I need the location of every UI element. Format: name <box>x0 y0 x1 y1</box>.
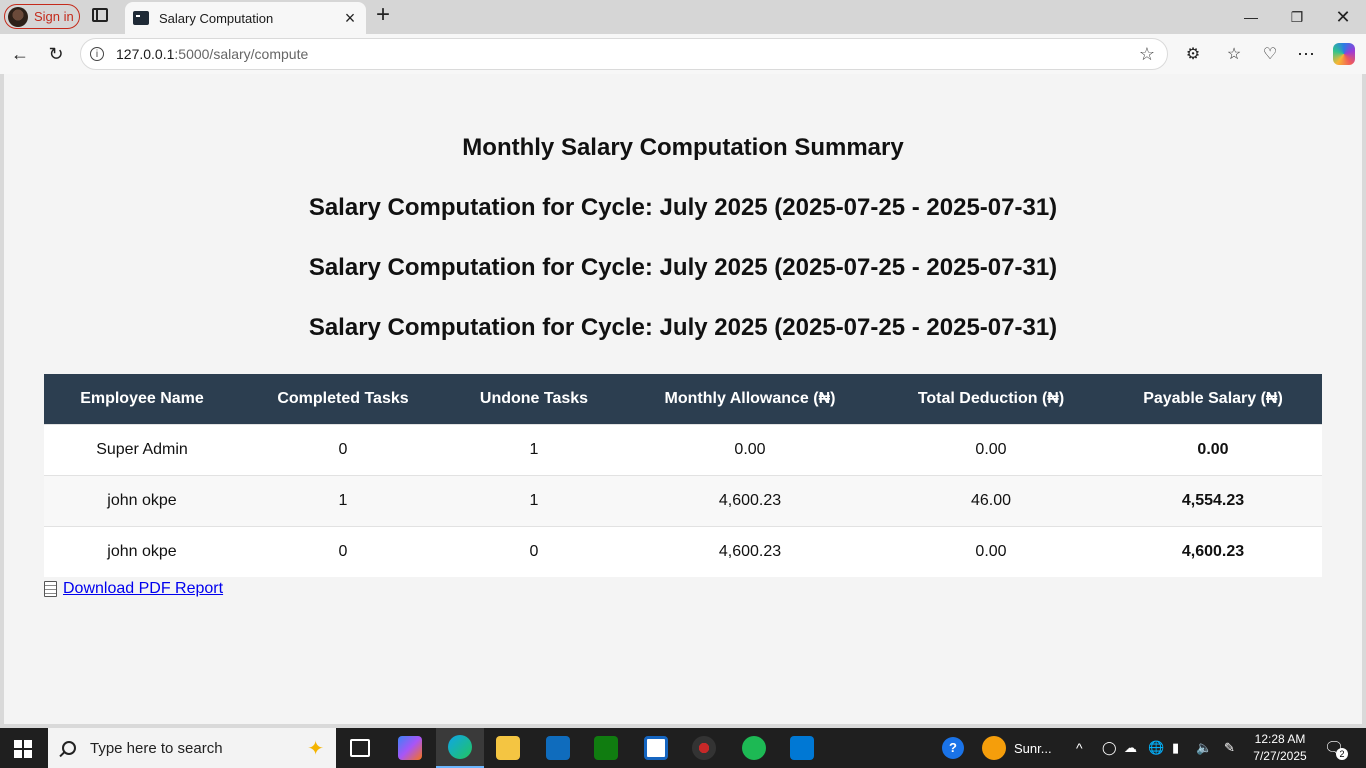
taskbar-clock[interactable]: 12:28 AM 7/27/2025 <box>1250 731 1310 765</box>
table-header-row: Employee Name Completed Tasks Undone Tas… <box>44 374 1322 425</box>
cycle-heading: Salary Computation for Cycle: July 2025 … <box>308 254 1058 281</box>
column-header: Completed Tasks <box>240 374 446 425</box>
battery-icon[interactable]: ▮ <box>1172 728 1179 768</box>
cycle-heading: Salary Computation for Cycle: July 2025 … <box>308 314 1058 341</box>
spotify-icon[interactable] <box>730 728 778 768</box>
payable-salary-cell: 4,554.23 <box>1104 475 1322 527</box>
windows-start-icon[interactable] <box>14 740 32 758</box>
document-icon <box>44 581 57 597</box>
favorite-star-icon[interactable]: ☆ <box>1137 44 1157 65</box>
table-row: john okpe 1 1 4,600.23 46.00 4,554.23 <box>44 475 1322 527</box>
extensions-icon[interactable]: ⚙ <box>1181 42 1205 66</box>
edge-app-icon[interactable] <box>436 728 484 768</box>
tab-title: Salary Computation <box>159 10 274 26</box>
completed-tasks-cell: 0 <box>240 424 446 476</box>
browser-essentials-icon[interactable]: ♡ <box>1258 42 1282 66</box>
copilot-app-icon[interactable] <box>386 728 434 768</box>
search-icon <box>62 741 76 755</box>
volume-icon[interactable]: 🔈 <box>1196 728 1212 768</box>
weather-sun-icon <box>982 736 1006 760</box>
column-header: Undone Tasks <box>446 374 622 425</box>
weather-label: Sunr... <box>1014 740 1052 756</box>
pen-icon[interactable]: ✎ <box>1224 728 1235 768</box>
game-pass-icon[interactable] <box>582 728 630 768</box>
deduction-cell: 0.00 <box>878 424 1104 476</box>
close-tab-icon[interactable]: × <box>340 8 360 28</box>
deduction-cell: 46.00 <box>878 475 1104 527</box>
avatar <box>8 6 28 27</box>
restore-icon[interactable]: ❐ <box>1274 0 1320 34</box>
allowance-cell: 0.00 <box>622 424 878 476</box>
column-header: Monthly Allowance (₦) <box>622 374 878 425</box>
employee-name-cell: Super Admin <box>44 424 240 476</box>
clock-date: 7/27/2025 <box>1253 749 1307 763</box>
completed-tasks-cell: 0 <box>240 526 446 577</box>
address-bar[interactable]: i 127.0.0.1:5000/salary/compute ☆ <box>80 38 1168 70</box>
cycle-heading: Salary Computation for Cycle: July 2025 … <box>308 194 1058 221</box>
salary-table: Employee Name Completed Tasks Undone Tas… <box>44 374 1322 577</box>
clock-time: 12:28 AM <box>1254 732 1306 746</box>
tab-strip: Sign in Salary Computation × + — ❐ ✕ <box>0 0 1366 34</box>
taskbar: Type here to search ✦ ? Sunr... ^ ◯ ☁ 🌐 … <box>0 728 1366 768</box>
notifications-button[interactable]: 🗨 2 <box>1324 738 1348 760</box>
url-text[interactable]: 127.0.0.1:5000/salary/compute <box>116 46 1137 62</box>
payable-salary-cell: 4,600.23 <box>1104 526 1322 577</box>
undone-tasks-cell: 1 <box>446 424 622 476</box>
favorites-icon[interactable]: ☆ <box>1222 42 1246 66</box>
tab-actions-icon[interactable] <box>92 8 108 22</box>
search-highlight-icon: ✦ <box>307 737 324 760</box>
file-explorer-icon[interactable] <box>484 728 532 768</box>
table-row: john okpe 0 0 4,600.23 0.00 4,600.23 <box>44 526 1322 577</box>
show-hidden-icons-icon[interactable]: ^ <box>1076 728 1083 768</box>
refresh-icon[interactable]: ↻ <box>42 40 70 68</box>
new-tab-icon[interactable]: + <box>372 3 394 27</box>
download-pdf-label: Download PDF Report <box>63 580 224 597</box>
tab-salary-computation[interactable]: Salary Computation × <box>125 2 366 34</box>
cloud-icon[interactable]: ☁ <box>1124 728 1137 768</box>
payable-salary-cell: 0.00 <box>1104 424 1322 476</box>
site-info-icon[interactable]: i <box>90 47 104 61</box>
more-options-icon[interactable]: ⋯ <box>1294 42 1318 66</box>
vscode-icon[interactable] <box>778 728 826 768</box>
copilot-icon[interactable] <box>1333 43 1355 65</box>
app-window-icon[interactable] <box>632 728 680 768</box>
browser-toolbar: ← ↻ i 127.0.0.1:5000/salary/compute ☆ ⚙ … <box>0 34 1366 74</box>
task-view-icon[interactable] <box>336 728 384 768</box>
help-icon[interactable]: ? <box>942 728 964 768</box>
back-arrow-icon[interactable]: ← <box>6 40 34 68</box>
table-row: Super Admin 0 1 0.00 0.00 0.00 <box>44 424 1322 476</box>
weather-widget[interactable]: Sunr... <box>982 728 1052 768</box>
terminal-favicon-icon <box>133 11 149 25</box>
url-host: 127.0.0.1 <box>116 46 175 62</box>
media-app-icon[interactable] <box>680 728 728 768</box>
search-placeholder: Type here to search <box>90 739 223 757</box>
deduction-cell: 0.00 <box>878 526 1104 577</box>
undone-tasks-cell: 0 <box>446 526 622 577</box>
profile-label: Sign in <box>34 9 74 24</box>
undone-tasks-cell: 1 <box>446 475 622 527</box>
meet-now-icon[interactable]: ◯ <box>1102 728 1117 768</box>
outlook-icon[interactable] <box>534 728 582 768</box>
notification-count: 2 <box>1336 748 1348 760</box>
url-path: :5000/salary/compute <box>174 46 309 62</box>
employee-name-cell: john okpe <box>44 526 240 577</box>
taskbar-search-box[interactable]: Type here to search ✦ <box>48 728 336 768</box>
allowance-cell: 4,600.23 <box>622 475 878 527</box>
column-header: Payable Salary (₦) <box>1104 374 1322 425</box>
page-title: Monthly Salary Computation Summary <box>462 134 904 161</box>
profile-sign-in-button[interactable]: Sign in <box>4 4 80 29</box>
window-close-icon[interactable]: ✕ <box>1320 0 1366 34</box>
download-pdf-link[interactable]: Download PDF Report <box>44 580 223 598</box>
allowance-cell: 4,600.23 <box>622 526 878 577</box>
minimize-icon[interactable]: — <box>1228 0 1274 34</box>
completed-tasks-cell: 1 <box>240 475 446 527</box>
page-content: Monthly Salary Computation Summary Salar… <box>4 74 1362 724</box>
network-globe-icon[interactable]: 🌐 <box>1148 728 1164 768</box>
column-header: Total Deduction (₦) <box>878 374 1104 425</box>
employee-name-cell: john okpe <box>44 475 240 527</box>
column-header: Employee Name <box>44 374 240 425</box>
